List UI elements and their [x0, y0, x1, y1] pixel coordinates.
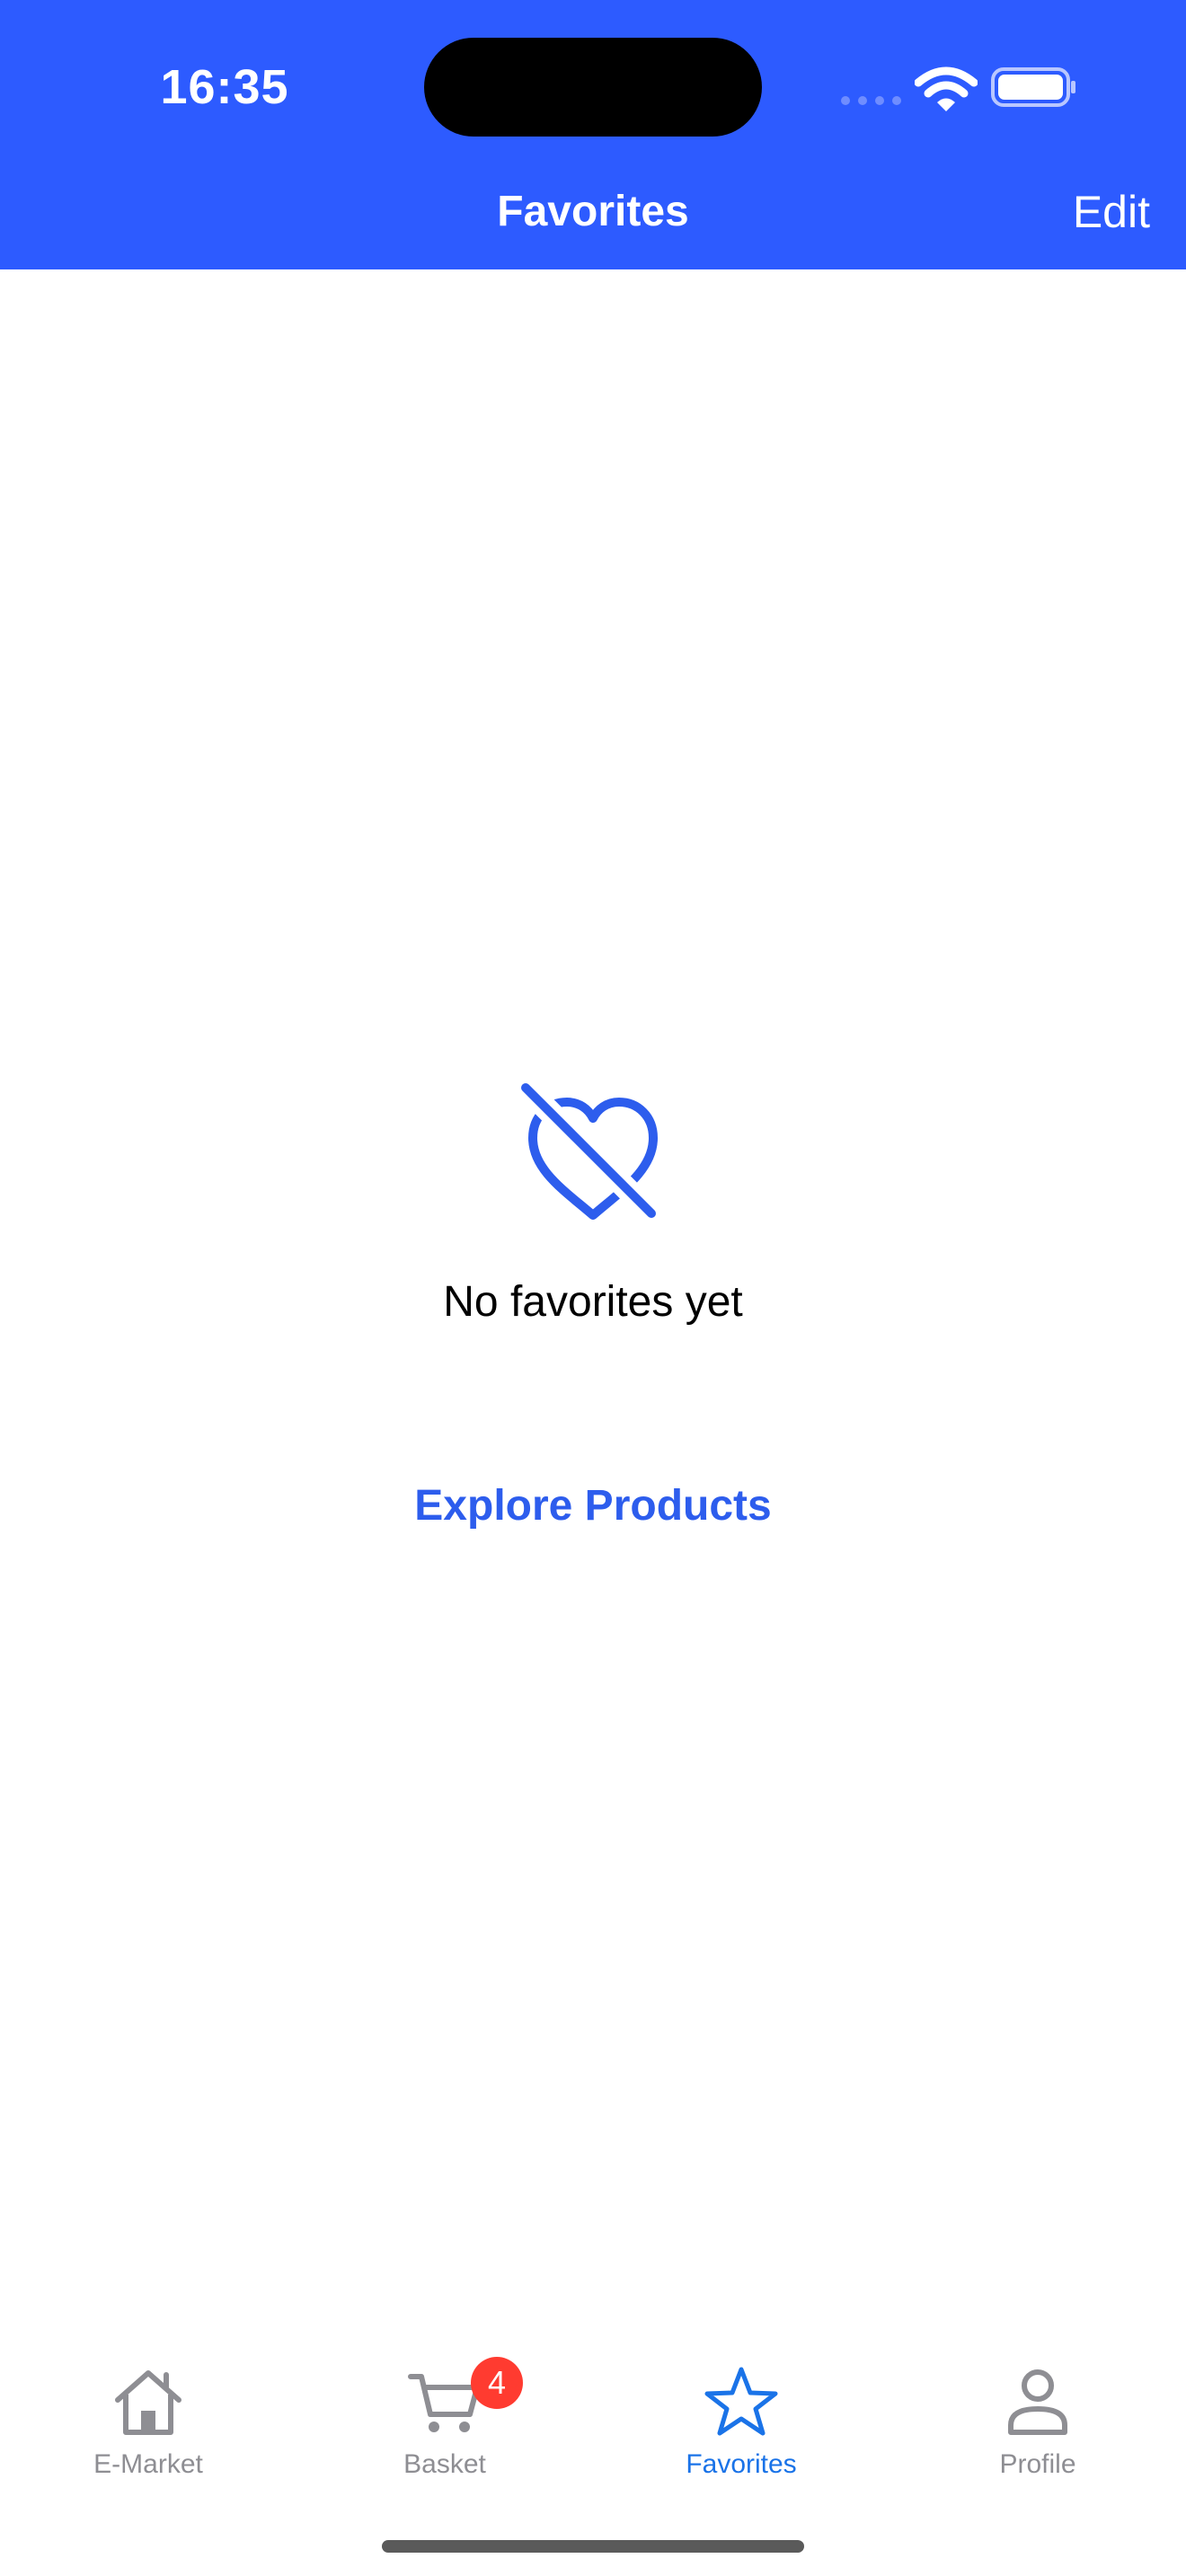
dynamic-island	[424, 38, 762, 137]
cellular-signal-icon	[841, 96, 901, 105]
tab-favorites[interactable]: Favorites	[593, 2335, 890, 2488]
person-icon	[1008, 2369, 1067, 2435]
tab-label-e-market: E-Market	[93, 2449, 203, 2479]
wifi-icon	[915, 66, 978, 111]
page-title: Favorites	[497, 188, 689, 235]
home-indicator	[382, 2540, 804, 2553]
favorites-screen: 16:35 Favorites Edit No favorites yet Ex…	[0, 0, 1186, 2576]
battery-icon	[991, 67, 1075, 107]
house-icon	[115, 2370, 181, 2435]
status-time: 16:35	[160, 60, 289, 114]
tab-label-favorites: Favorites	[686, 2449, 797, 2479]
tab-label-basket: Basket	[403, 2449, 486, 2479]
empty-state-message: No favorites yet	[443, 1278, 743, 1326]
header-bar: 16:35 Favorites Edit	[0, 0, 1186, 269]
tab-e-market[interactable]: E-Market	[0, 2335, 296, 2488]
star-icon	[704, 2367, 778, 2436]
edit-button[interactable]: Edit	[1006, 176, 1150, 248]
heart-slash-icon	[517, 1082, 663, 1225]
explore-products-button[interactable]: Explore Products	[323, 1469, 863, 1543]
basket-count-badge: 4	[471, 2357, 523, 2409]
tab-profile[interactable]: Profile	[890, 2335, 1186, 2488]
tab-basket[interactable]: 4 Basket	[296, 2335, 593, 2488]
tab-label-profile: Profile	[999, 2449, 1076, 2479]
